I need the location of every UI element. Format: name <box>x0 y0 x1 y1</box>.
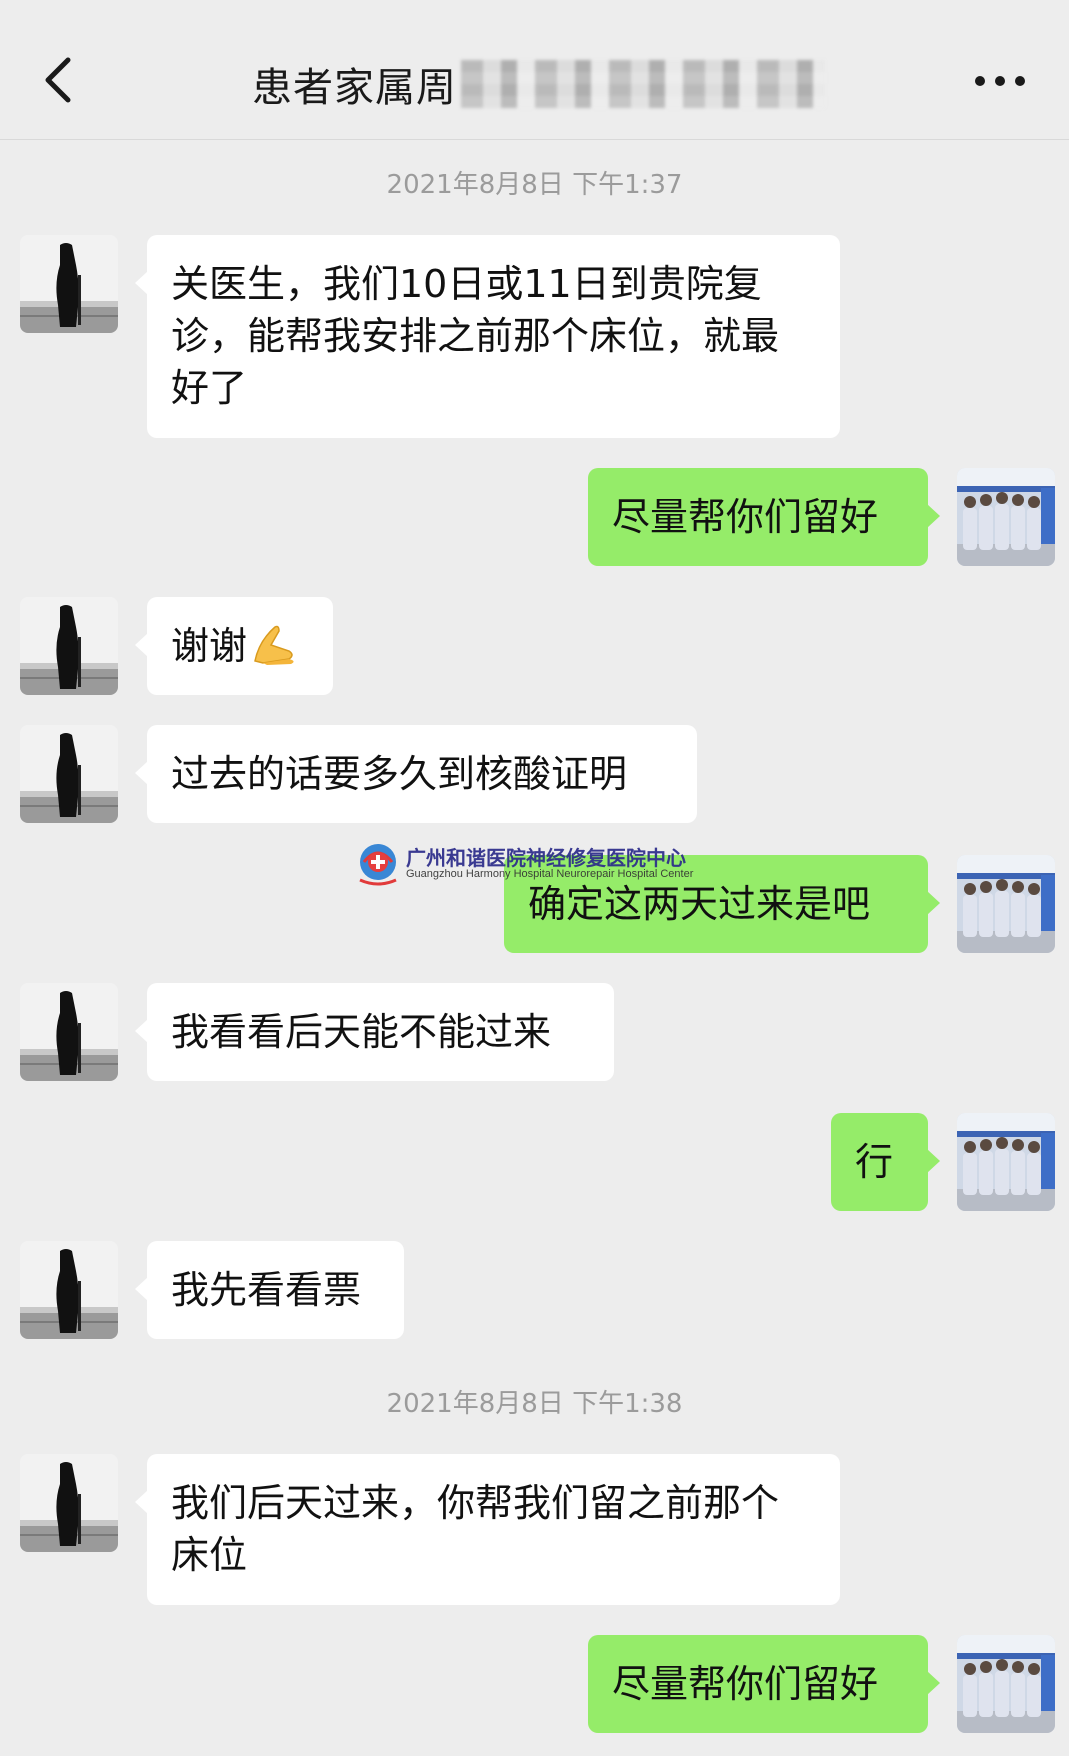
timestamp: 2021年8月8日 下午1:38 <box>386 1389 683 1419</box>
message-bubble[interactable]: 谢谢 <box>135 597 333 695</box>
timestamp: 2021年8月8日 下午1:37 <box>386 170 683 200</box>
message-bubble[interactable]: 我先看看票 <box>135 1241 404 1339</box>
avatar-doctor[interactable] <box>957 468 1055 566</box>
avatar-family[interactable] <box>20 983 118 1081</box>
avatar-family[interactable] <box>20 725 118 823</box>
back-button[interactable] <box>36 48 80 112</box>
watermark-title: 广州和谐医院神经修复医院中心 <box>406 846 686 870</box>
watermark-subtitle: Guangzhou Harmony Hospital Neurorepair H… <box>406 868 694 880</box>
message-bubble[interactable]: 尽量帮你们留好 <box>588 1635 940 1733</box>
hospital-watermark: 广州和谐医院神经修复医院中心 Guangzhou Harmony Hospita… <box>354 840 724 890</box>
more-button[interactable] <box>970 66 1034 96</box>
chat-title: 患者家属周 <box>252 65 457 111</box>
avatar-doctor[interactable] <box>957 1113 1055 1211</box>
avatar-family[interactable] <box>20 1241 118 1339</box>
avatar-family[interactable] <box>20 235 118 333</box>
message-bubble[interactable]: 关医生，我们10日或11日到贵院复诊，能帮我安排之前那个床位，就最好了 <box>135 235 840 438</box>
avatar-doctor[interactable] <box>957 1635 1055 1733</box>
message-text: 谢谢 <box>171 624 248 668</box>
redacted-name-blur <box>461 60 825 108</box>
message-bubble[interactable]: 我们后天过来，你帮我们留之前那个床位 <box>135 1454 840 1605</box>
message-bubble[interactable]: 行 <box>831 1113 940 1211</box>
message-bubble[interactable]: 过去的话要多久到核酸证明 <box>135 725 697 823</box>
avatar-doctor[interactable] <box>957 855 1055 953</box>
message-bubble[interactable]: 我看看后天能不能过来 <box>135 983 614 1081</box>
avatar-family[interactable] <box>20 597 118 695</box>
chevron-left-icon <box>45 57 71 103</box>
avatar-family[interactable] <box>20 1454 118 1552</box>
chat-title-area: 患者家属周 <box>252 52 825 116</box>
more-dots-icon <box>975 76 1025 86</box>
message-bubble[interactable]: 尽量帮你们留好 <box>588 468 940 566</box>
folded-hands-emoji-icon <box>254 625 294 665</box>
hospital-logo-icon <box>359 844 397 886</box>
chat-header: 患者家属周 <box>0 0 1069 140</box>
